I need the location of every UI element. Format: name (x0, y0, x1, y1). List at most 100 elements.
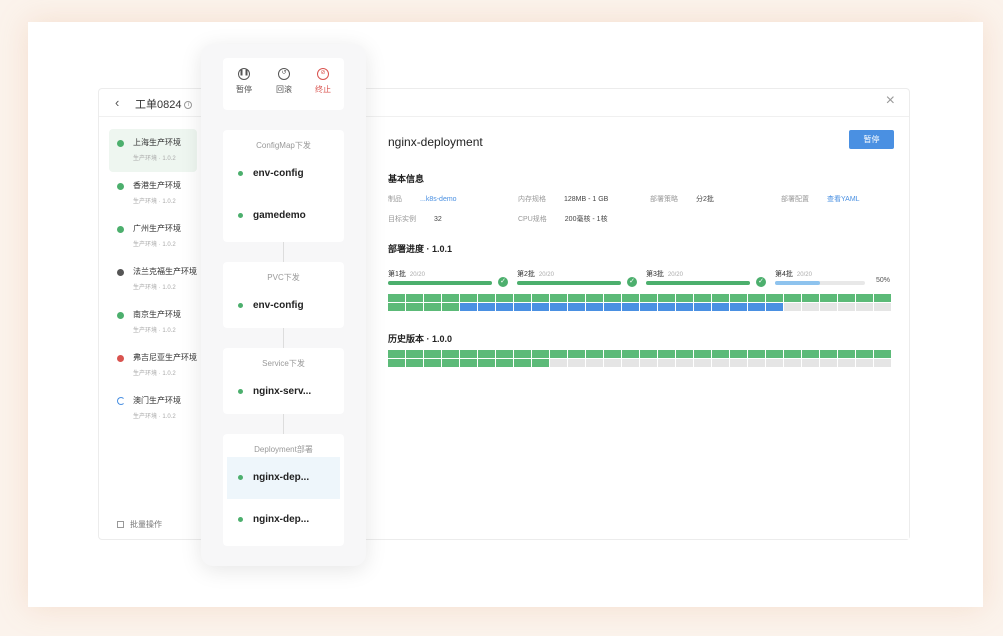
instance-cell-running (550, 303, 567, 311)
instance-cell-running (532, 303, 549, 311)
instance-cell-done (784, 294, 801, 302)
stop-icon: ⊘ (317, 68, 329, 80)
environment-list: 上海生产环境 生产环境 · 1.0.2 香港生产环境 生产环境 · 1.0.2 … (109, 129, 197, 430)
info-icon[interactable]: i (184, 101, 193, 110)
env-item-hongkong[interactable]: 香港生产环境 生产环境 · 1.0.2 (109, 172, 197, 215)
status-success-icon (238, 389, 243, 394)
status-success-icon (117, 226, 124, 233)
status-success-icon (238, 171, 243, 176)
env-name: 香港生产环境 (133, 181, 181, 190)
pause-button[interactable]: 暂停 (849, 130, 894, 149)
info-product: 制品 ...k8s-demo (388, 194, 457, 204)
cpu-value: 200毫核 - 1核 (564, 216, 608, 223)
instance-cell-pending (748, 359, 765, 367)
basic-info-heading: 基本信息 (388, 174, 425, 184)
memory-value: 128MB - 1 GB (564, 196, 609, 203)
instance-cell-pending (622, 359, 639, 367)
replicas-label: 目标实例 (388, 216, 416, 223)
stage-item-label: nginx-dep... (253, 472, 310, 483)
info-replicas: 目标实例 32 (388, 214, 442, 224)
instance-cell-pending (712, 359, 729, 367)
batch-label: 第4批 (775, 271, 793, 278)
stage-item[interactable]: gamedemo (223, 195, 344, 237)
instance-cell-done (748, 294, 765, 302)
instance-cell-pending (856, 359, 873, 367)
instance-cell-done (388, 303, 405, 311)
instance-cell-pending (640, 359, 657, 367)
stage-title: ConfigMap下发 (256, 141, 311, 150)
instance-cell-done (586, 294, 603, 302)
env-sub: 生产环境 · 1.0.2 (133, 242, 176, 248)
loading-spinner-icon (117, 397, 125, 405)
view-yaml-link[interactable]: 查看YAML (827, 196, 860, 203)
instance-cell-pending (820, 303, 837, 311)
instance-cell-done (460, 294, 477, 302)
pause-control[interactable]: ❚❚ 暂停 (229, 68, 259, 95)
chevron-left-icon[interactable]: ‹ (115, 95, 119, 110)
instance-cell-done (424, 359, 441, 367)
instance-cell-done (514, 294, 531, 302)
progress-heading: 部署进度 · 1.0.1 (388, 244, 453, 254)
status-success-icon (238, 303, 243, 308)
env-item-guangzhou[interactable]: 广州生产环境 生产环境 · 1.0.2 (109, 215, 197, 258)
check-circle-icon: ✓ (756, 277, 766, 287)
stage-item-selected[interactable]: nginx-dep... (227, 457, 340, 499)
instance-cell-done (658, 294, 675, 302)
env-name: 法兰克福生产环境 (133, 267, 197, 276)
stage-configmap: ConfigMap下发 env-config gamedemo (223, 130, 344, 242)
replicas-value: 32 (434, 216, 442, 223)
stage-connector (283, 414, 284, 434)
instance-cell-running (460, 303, 477, 311)
instance-cell-running (496, 303, 513, 311)
stage-service: Service下发 nginx-serv... (223, 348, 344, 414)
stage-item[interactable]: nginx-serv... (223, 371, 344, 413)
batch-label: 第3批 (646, 271, 664, 278)
info-memory: 内存规格 128MB - 1 GB (518, 194, 608, 204)
stage-item[interactable]: env-config (223, 285, 344, 327)
instance-cell-done (856, 350, 873, 358)
env-item-shanghai[interactable]: 上海生产环境 生产环境 · 1.0.2 (109, 129, 197, 172)
instance-cell-pending (676, 359, 693, 367)
instance-cell-done (406, 350, 423, 358)
batch-3: 第3批 20/20 ✓ (646, 263, 768, 287)
product-label: 制品 (388, 196, 402, 203)
progress-grid (388, 294, 894, 311)
env-name: 澳门生产环境 (133, 396, 181, 405)
instance-cell-done (442, 303, 459, 311)
stage-item-label: env-config (253, 168, 304, 179)
stop-control[interactable]: ⊘ 终止 (308, 68, 338, 95)
close-icon[interactable]: × (886, 92, 895, 110)
status-paused-icon (117, 269, 124, 276)
product-link[interactable]: ...k8s-demo (420, 196, 457, 203)
rollback-control[interactable]: ↺ 回滚 (269, 68, 299, 95)
instance-cell-pending (838, 303, 855, 311)
instance-cell-done (748, 350, 765, 358)
instance-cell-pending (658, 359, 675, 367)
instance-cell-pending (586, 359, 603, 367)
batch-operation-button[interactable]: 批量操作 (117, 519, 162, 530)
stage-item[interactable]: nginx-dep... (223, 499, 344, 541)
batch-progress-fill (388, 281, 492, 285)
env-item-macau[interactable]: 澳门生产环境 生产环境 · 1.0.2 (109, 387, 197, 430)
instance-cell-done (550, 294, 567, 302)
instance-cell-done (406, 359, 423, 367)
status-success-icon (238, 517, 243, 522)
env-sub: 生产环境 · 1.0.2 (133, 414, 176, 420)
instance-cell-done (820, 350, 837, 358)
instance-cell-done (694, 350, 711, 358)
env-item-frankfurt[interactable]: 法兰克福生产环境 生产环境 · 1.0.2 (109, 258, 197, 301)
status-success-icon (238, 475, 243, 480)
batch-label: 第2批 (517, 271, 535, 278)
info-strategy: 部署策略 分2批 (650, 194, 714, 204)
instance-cell-done (874, 350, 891, 358)
strategy-value: 分2批 (696, 196, 714, 203)
env-name: 广州生产环境 (133, 224, 181, 233)
instance-cell-done (442, 294, 459, 302)
env-item-nanjing[interactable]: 南京生产环境 生产环境 · 1.0.2 (109, 301, 197, 344)
env-sub: 生产环境 · 1.0.2 (133, 328, 176, 334)
instance-cell-done (586, 350, 603, 358)
instance-cell-pending (874, 303, 891, 311)
stage-item[interactable]: env-config (223, 153, 344, 195)
env-item-virginia[interactable]: 弗吉尼亚生产环境 生产环境 · 1.0.2 (109, 344, 197, 387)
instance-cell-done (676, 350, 693, 358)
